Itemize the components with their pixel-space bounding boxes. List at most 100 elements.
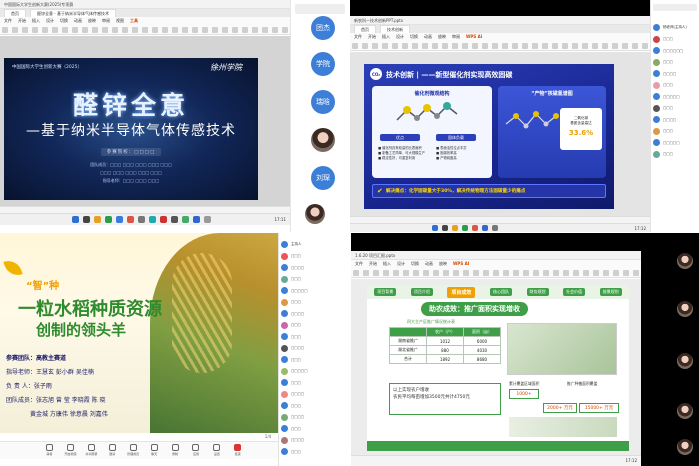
q2-menu-review[interactable]: 审阅 [452,34,460,39]
q1-menu-file[interactable]: 文件 [4,18,12,23]
q2-conclusion-text: 解决痛点：化学固碳量大于30%，解决传统物理方法固碳量少的痛点 [385,189,526,194]
q1-menu-insert[interactable]: 插入 [32,18,40,23]
q1-slide-subtitle: —基于纳米半导体气体传感技术 [26,123,236,139]
q1-menu-view[interactable]: 视图 [116,18,124,23]
video-button[interactable]: 开启视频 [61,444,80,456]
q2-participant[interactable]: 杨老师(主持人) [651,22,699,34]
tile-avatar-2[interactable]: 学院 [311,52,335,76]
q4-nav-4[interactable]: 核心团队 [489,288,512,296]
q2-left-btn-1[interactable]: 优点 [380,134,420,141]
q4-nav-7[interactable]: 前景规划 [599,288,622,296]
q3-participant[interactable]: □□□ [279,274,350,286]
manage-members-button[interactable]: 管理成员 [124,444,143,456]
q4-video-2[interactable] [677,301,693,317]
q2-participant[interactable]: □□□□ [651,114,699,126]
q3-participant[interactable]: □□□ [279,331,350,343]
q3-participant[interactable]: □□□ [279,377,350,389]
q2-slide-area: CO₂ 技术创新 | ——新型催化剂实现高效固碳 催化剂微观结构 优点 固体负载… [350,52,650,216]
q4-video-3[interactable] [677,353,693,369]
q1-school-logo: 徐州学院 [210,63,242,72]
q3-rice-grain-1 [172,253,232,373]
q3-title-1: 一粒水稻种质资源 [18,299,162,320]
settings-button[interactable]: 设置 [207,444,226,456]
tile-avatar-3[interactable]: 瑞晗 [311,90,335,114]
q2-participant[interactable]: □□□ [651,103,699,115]
q3-participant[interactable]: □□□□ [279,435,350,447]
q2-check-icon: ✔ [377,187,383,195]
q3-participant[interactable]: □□□ [279,320,350,332]
q3-participant[interactable]: □□□□ [279,262,350,274]
q3-participant[interactable]: □□□ [279,297,350,309]
q3-participant[interactable]: □□□ [279,251,350,263]
q1-slide: 中国国际大学生创新大赛（2025） 徐州学院 醛锌全意 —基于纳米半导体气体传感… [4,58,258,200]
end-meeting-button[interactable]: 结束 [228,444,247,456]
q3-participant[interactable]: □□□ [279,354,350,366]
q4-nav-6[interactable]: 社会价值 [563,288,586,296]
q2-menu-slideshow[interactable]: 放映 [438,34,446,39]
q2-left-btn-2[interactable]: 固体负载 [436,134,476,141]
q3-participant[interactable]: □□□□ [279,412,350,424]
q1-menu-review[interactable]: 审阅 [102,18,110,23]
q4-nav-3[interactable]: 项目成效 [447,286,476,298]
q3-participant[interactable]: □□□□ [279,389,350,401]
q4-data-table: 农户（户） 面积（亩） 湖南省推广 1012 6000 湖北省推广 880 4030 合计… [389,327,501,364]
tile-avatar-1[interactable]: 团杰 [311,16,335,40]
q4-nav-5[interactable]: 财务规划 [526,288,549,296]
q1-menu-animation[interactable]: 动画 [74,18,82,23]
q1-menu-design[interactable]: 设计 [46,18,54,23]
q1-menu-transition[interactable]: 切换 [60,18,68,23]
record-button[interactable]: 录制 [166,444,185,456]
tile-photo-avatar-2[interactable] [305,204,325,224]
q2-menu-wps-ai[interactable]: WPS AI [466,34,482,39]
q2-participant[interactable]: □□□ [651,149,699,161]
q3-participant[interactable]: □□□□□ [279,366,350,378]
q2-tab-home[interactable]: 首页 [354,25,376,33]
q2-participant[interactable]: □□□ [651,57,699,69]
q1-slide-title: 醛锌全意 [72,91,189,120]
q3-participant[interactable]: □□□□ [279,343,350,355]
q2-menu-animation[interactable]: 动画 [424,34,432,39]
tile-avatar-4[interactable]: 刘琛 [311,166,335,190]
apps-button[interactable]: 应用 [186,444,205,456]
tile-photo-avatar[interactable] [311,128,335,152]
q3-participant[interactable]: □□□ [279,446,350,458]
q2-menu-home[interactable]: 开始 [368,34,376,39]
mute-button[interactable]: 静音 [40,444,59,456]
q2-top-strip [350,0,650,16]
q2-participant[interactable]: □□□□□ [651,91,699,103]
q4-nav-2[interactable]: 项目介绍 [410,288,433,296]
q2-participant[interactable]: □□□ [651,126,699,138]
q2-metric-box: 二氧化碳 基团含量高达 33.6% [560,108,602,150]
q4-video-1[interactable] [677,253,693,269]
q2-tab-doc[interactable]: 技术创新 [380,25,410,33]
q2-menu-design[interactable]: 设计 [396,34,404,39]
q4-status-bar: 17:12 [351,455,641,466]
q1-menu-tools[interactable]: 工具 [130,18,138,23]
q4-nav-1[interactable]: 项目背景 [374,288,397,296]
q2-participant[interactable]: □□□ [651,34,699,46]
q2-bullets-left: ■ 催化剂具有较高的比表面积 ■ 制备工艺简单，可大规模生产 ■ 稳定性好，可重复利… [378,146,426,160]
q3-participant[interactable]: □□□ [279,423,350,435]
q4-video-5[interactable] [677,439,693,455]
q2-participant[interactable]: □□□□□□ [651,45,699,57]
q2-ppt-window: 新农科—技术创新PPT.pptx 首页 技术创新 文件 开始 插入 设计 切换 动画 放映 审阅… [350,16,650,232]
q3-participant[interactable]: 主持人 [279,239,350,251]
q3-participant[interactable]: □□□ [279,400,350,412]
q1-tab-home[interactable]: 首页 [4,9,26,17]
q4-video-4[interactable] [677,403,693,419]
q2-menu-file[interactable]: 文件 [354,34,362,39]
q2-participant[interactable]: □□□ [651,80,699,92]
q2-participant[interactable]: □□□□ [651,68,699,80]
q2-participant[interactable]: □□□□□ [651,137,699,149]
q1-menu-slideshow[interactable]: 放映 [88,18,96,23]
q3-participant[interactable]: □□□□□ [279,285,350,297]
q3-participant[interactable]: □□□□ [279,308,350,320]
q1-menu-home[interactable]: 开始 [18,18,26,23]
chat-button[interactable]: 聊天 [145,444,164,456]
share-screen-button[interactable]: 共享屏幕 [82,444,101,456]
invite-button[interactable]: 邀请 [103,444,122,456]
q2-menu-transition[interactable]: 切换 [410,34,418,39]
q2-menu-insert[interactable]: 插入 [382,34,390,39]
q1-tab-doc[interactable]: 醛锌全意 - 基于纳米半导体气体传感技术 [30,9,116,17]
q1-clock: 17:11 [274,217,286,222]
